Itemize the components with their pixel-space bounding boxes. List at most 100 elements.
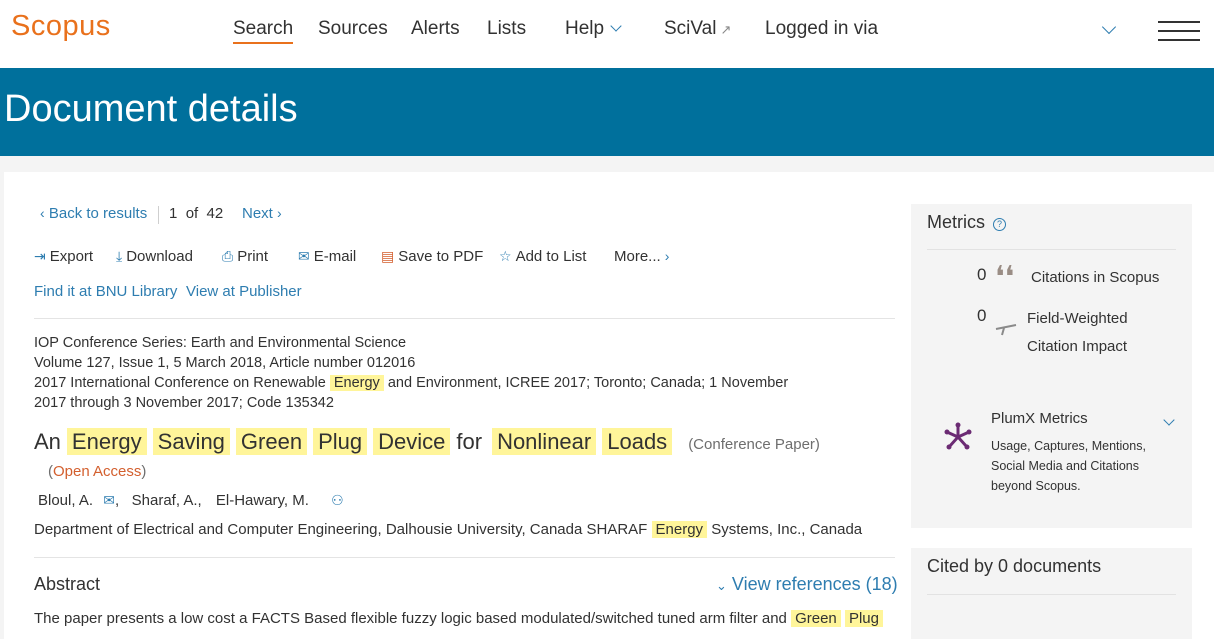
open-access-badge[interactable]: (Open Access) [48, 463, 146, 480]
next-result-link[interactable]: Next › [242, 205, 282, 222]
plumx-title: PlumX Metrics [991, 410, 1088, 427]
nav-alerts[interactable]: Alerts [411, 18, 460, 40]
source-series-link[interactable]: IOP Conference Series: Earth and Environ… [34, 335, 406, 351]
view-references-link[interactable]: ⌄ View references (18) [716, 574, 898, 595]
balance-scale-icon [995, 322, 1017, 336]
result-total: 42 [206, 205, 224, 222]
nav-lists[interactable]: Lists [487, 18, 526, 40]
nav-scival-label: SciVal [664, 18, 717, 39]
result-position: 1 of 42 [169, 205, 223, 222]
fwci-label-line1: Field-Weighted [1027, 310, 1128, 327]
envelope-icon: ✉ [298, 248, 310, 264]
conference-line: 2017 International Conference on Renewab… [34, 375, 788, 391]
fwci-label-line2: Citation Impact [1027, 338, 1128, 355]
highlight-term: Plug [844, 610, 883, 627]
highlight-term: Energy [329, 375, 384, 391]
view-at-publisher-link[interactable]: View at Publisher [186, 283, 302, 300]
section-divider [34, 318, 895, 319]
external-link-icon: ↗ [720, 22, 732, 37]
find-it-library-link[interactable]: Find it at BNU Library [34, 283, 177, 300]
export-label: Export [49, 248, 94, 265]
export-icon: ⇥ [34, 248, 46, 264]
open-access-label: Open Access [53, 463, 142, 480]
back-to-results-link[interactable]: ‹ Back to results [40, 205, 147, 222]
top-navigation-bar: Scopus Search Sources Alerts Lists Help … [0, 0, 1214, 68]
cited-by-panel: Cited by 0 documents [911, 548, 1192, 639]
add-to-list-button[interactable]: ☆ Add to List [499, 248, 586, 265]
banner-spacer [0, 156, 1214, 172]
download-icon: ⤓ [116, 248, 123, 264]
nav-scival[interactable]: SciVal ↗ [664, 18, 731, 40]
print-button[interactable]: ⎙ Print [222, 248, 268, 265]
quote-icon: ❛❛ [995, 260, 1015, 295]
fwci-label: Field-Weighted Citation Impact [1027, 305, 1128, 361]
envelope-icon[interactable]: ✉ [103, 492, 115, 508]
plumx-description: Usage, Captures, Mentions, Social Media … [991, 436, 1146, 496]
title-word-highlighted: Nonlinear [492, 428, 597, 455]
nav-help-label: Help [565, 18, 605, 39]
section-divider [34, 557, 895, 558]
conference-dates: 2017 through 3 November 2017; Code 13534… [34, 395, 334, 411]
title-word-highlighted: Device [373, 428, 451, 455]
conference-text-b: and Environment, ICREE 2017; Toronto; Ca… [387, 375, 789, 391]
person-icon[interactable]: ⚇ [331, 492, 344, 508]
info-icon[interactable]: ? [993, 218, 1006, 231]
page-banner: Document details [0, 68, 1214, 156]
nav-sources[interactable]: Sources [318, 18, 388, 40]
next-label: Next [242, 205, 273, 222]
chevron-left-icon: ‹ [40, 205, 45, 221]
title-word-highlighted: Loads [602, 428, 673, 455]
download-button[interactable]: ⤓ Download [116, 248, 193, 265]
save-to-pdf-button[interactable]: ▤ Save to PDF [381, 248, 483, 265]
affiliation-text-a: Department of Electrical and Computer En… [34, 521, 648, 538]
title-word: An [34, 429, 61, 454]
cited-by-title: Cited by 0 documents [927, 556, 1102, 576]
document-title: An Energy Saving Green Plug Device for Nonlinea… [34, 428, 820, 455]
download-label: Download [126, 248, 193, 265]
abstract-heading: Abstract [34, 574, 101, 594]
metrics-panel: Metrics? 0 ❛❛ Citations in Scopus 0 Fiel… [911, 204, 1192, 528]
hamburger-menu-icon[interactable] [1158, 21, 1200, 41]
panel-divider [927, 249, 1176, 250]
chevron-right-icon: › [664, 248, 670, 264]
chevron-down-icon: ⌄ [716, 578, 727, 593]
nav-help[interactable]: Help [565, 18, 622, 40]
more-label: More... [614, 248, 661, 265]
title-word-highlighted: Green [235, 428, 308, 455]
email-button[interactable]: ✉ E-mail [298, 248, 356, 265]
back-to-results-label: Back to results [48, 205, 148, 222]
left-gutter [0, 172, 4, 639]
plumx-expand-chevron-icon[interactable] [1163, 414, 1175, 426]
export-button[interactable]: ⇥ Export [34, 248, 93, 265]
citations-label-text: Citations in Scopus [1031, 269, 1160, 286]
star-icon: ☆ [499, 248, 512, 264]
nav-search[interactable]: Search [233, 18, 294, 44]
chevron-down-icon [610, 20, 622, 32]
metrics-title-label: Metrics [927, 212, 985, 232]
highlight-term: Energy [651, 521, 708, 538]
logged-in-label: Logged in via [765, 18, 879, 39]
author-link[interactable]: Sharaf, A., [132, 492, 202, 509]
plumx-desc-line1: Usage, Captures, Mentions, [991, 439, 1146, 453]
scopus-logo[interactable]: Scopus [11, 10, 111, 43]
open-access-paren-close: ) [141, 463, 147, 480]
author-link[interactable]: Bloul, A. [38, 492, 93, 509]
abstract-line: The paper presents a low cost a FACTS Ba… [34, 610, 787, 627]
abstract-text: The paper presents a low cost a FACTS Ba… [34, 608, 883, 630]
highlight-term: Green [791, 610, 841, 627]
result-index: 1 [169, 205, 178, 222]
account-chevron-down-icon[interactable] [1101, 19, 1117, 35]
metrics-title: Metrics? [927, 212, 1006, 233]
author-link[interactable]: El-Hawary, M. [216, 492, 309, 509]
more-button[interactable]: More... › [614, 248, 673, 265]
citations-count: 0 [977, 265, 987, 284]
plumx-icon [941, 420, 975, 454]
result-of: of [185, 205, 199, 222]
source-volume: Volume 127, Issue 1, 5 March 2018, Artic… [34, 355, 416, 371]
email-label: E-mail [313, 248, 357, 265]
printer-icon: ⎙ [222, 248, 234, 264]
add-list-label: Add to List [515, 248, 587, 265]
plumx-desc-line2: Social Media and Citations [991, 459, 1139, 473]
title-word: for [456, 429, 483, 454]
plumx-desc-line3: beyond Scopus. [991, 479, 1081, 493]
